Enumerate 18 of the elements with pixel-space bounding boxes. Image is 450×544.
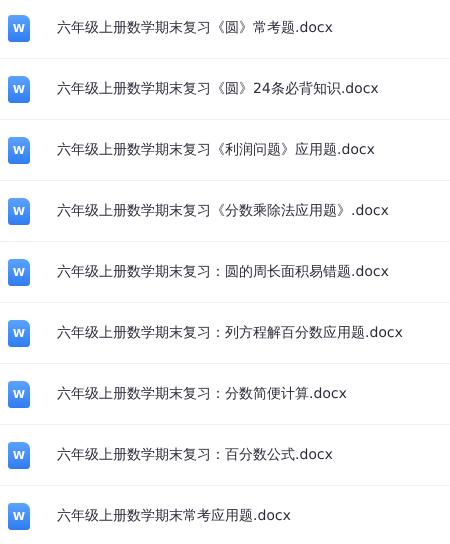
word-file-icon: W <box>8 76 30 102</box>
file-name[interactable]: 六年级上册数学期末复习：圆的周长面积易错题.docx <box>57 262 389 282</box>
word-file-icon: W <box>8 320 30 346</box>
file-name[interactable]: 六年级上册数学期末复习《圆》常考题.docx <box>57 18 333 38</box>
word-file-icon: W <box>8 14 30 42</box>
word-file-icon: W <box>8 136 30 164</box>
word-file-icon: W <box>8 380 30 408</box>
file-name[interactable]: 六年级上册数学期末复习《利润问题》应用题.docx <box>57 140 375 160</box>
word-file-icon: W <box>8 258 30 286</box>
file-name[interactable]: 六年级上册数学期末复习《分数乘除法应用题》.docx <box>57 200 389 222</box>
file-name[interactable]: 六年级上册数学期末复习《圆》24条必背知识.docx <box>57 78 379 100</box>
word-file-icon: W <box>8 442 30 468</box>
file-name[interactable]: 六年级上册数学期末复习：分数简便计算.docx <box>57 384 347 404</box>
word-file-icon: W <box>8 503 30 530</box>
file-name[interactable]: 六年级上册数学期末常考应用题.docx <box>57 506 291 527</box>
file-name[interactable]: 六年级上册数学期末复习：百分数公式.docx <box>57 444 333 466</box>
file-name[interactable]: 六年级上册数学期末复习：列方程解百分数应用题.docx <box>57 322 403 344</box>
word-file-icon: W <box>8 198 30 224</box>
